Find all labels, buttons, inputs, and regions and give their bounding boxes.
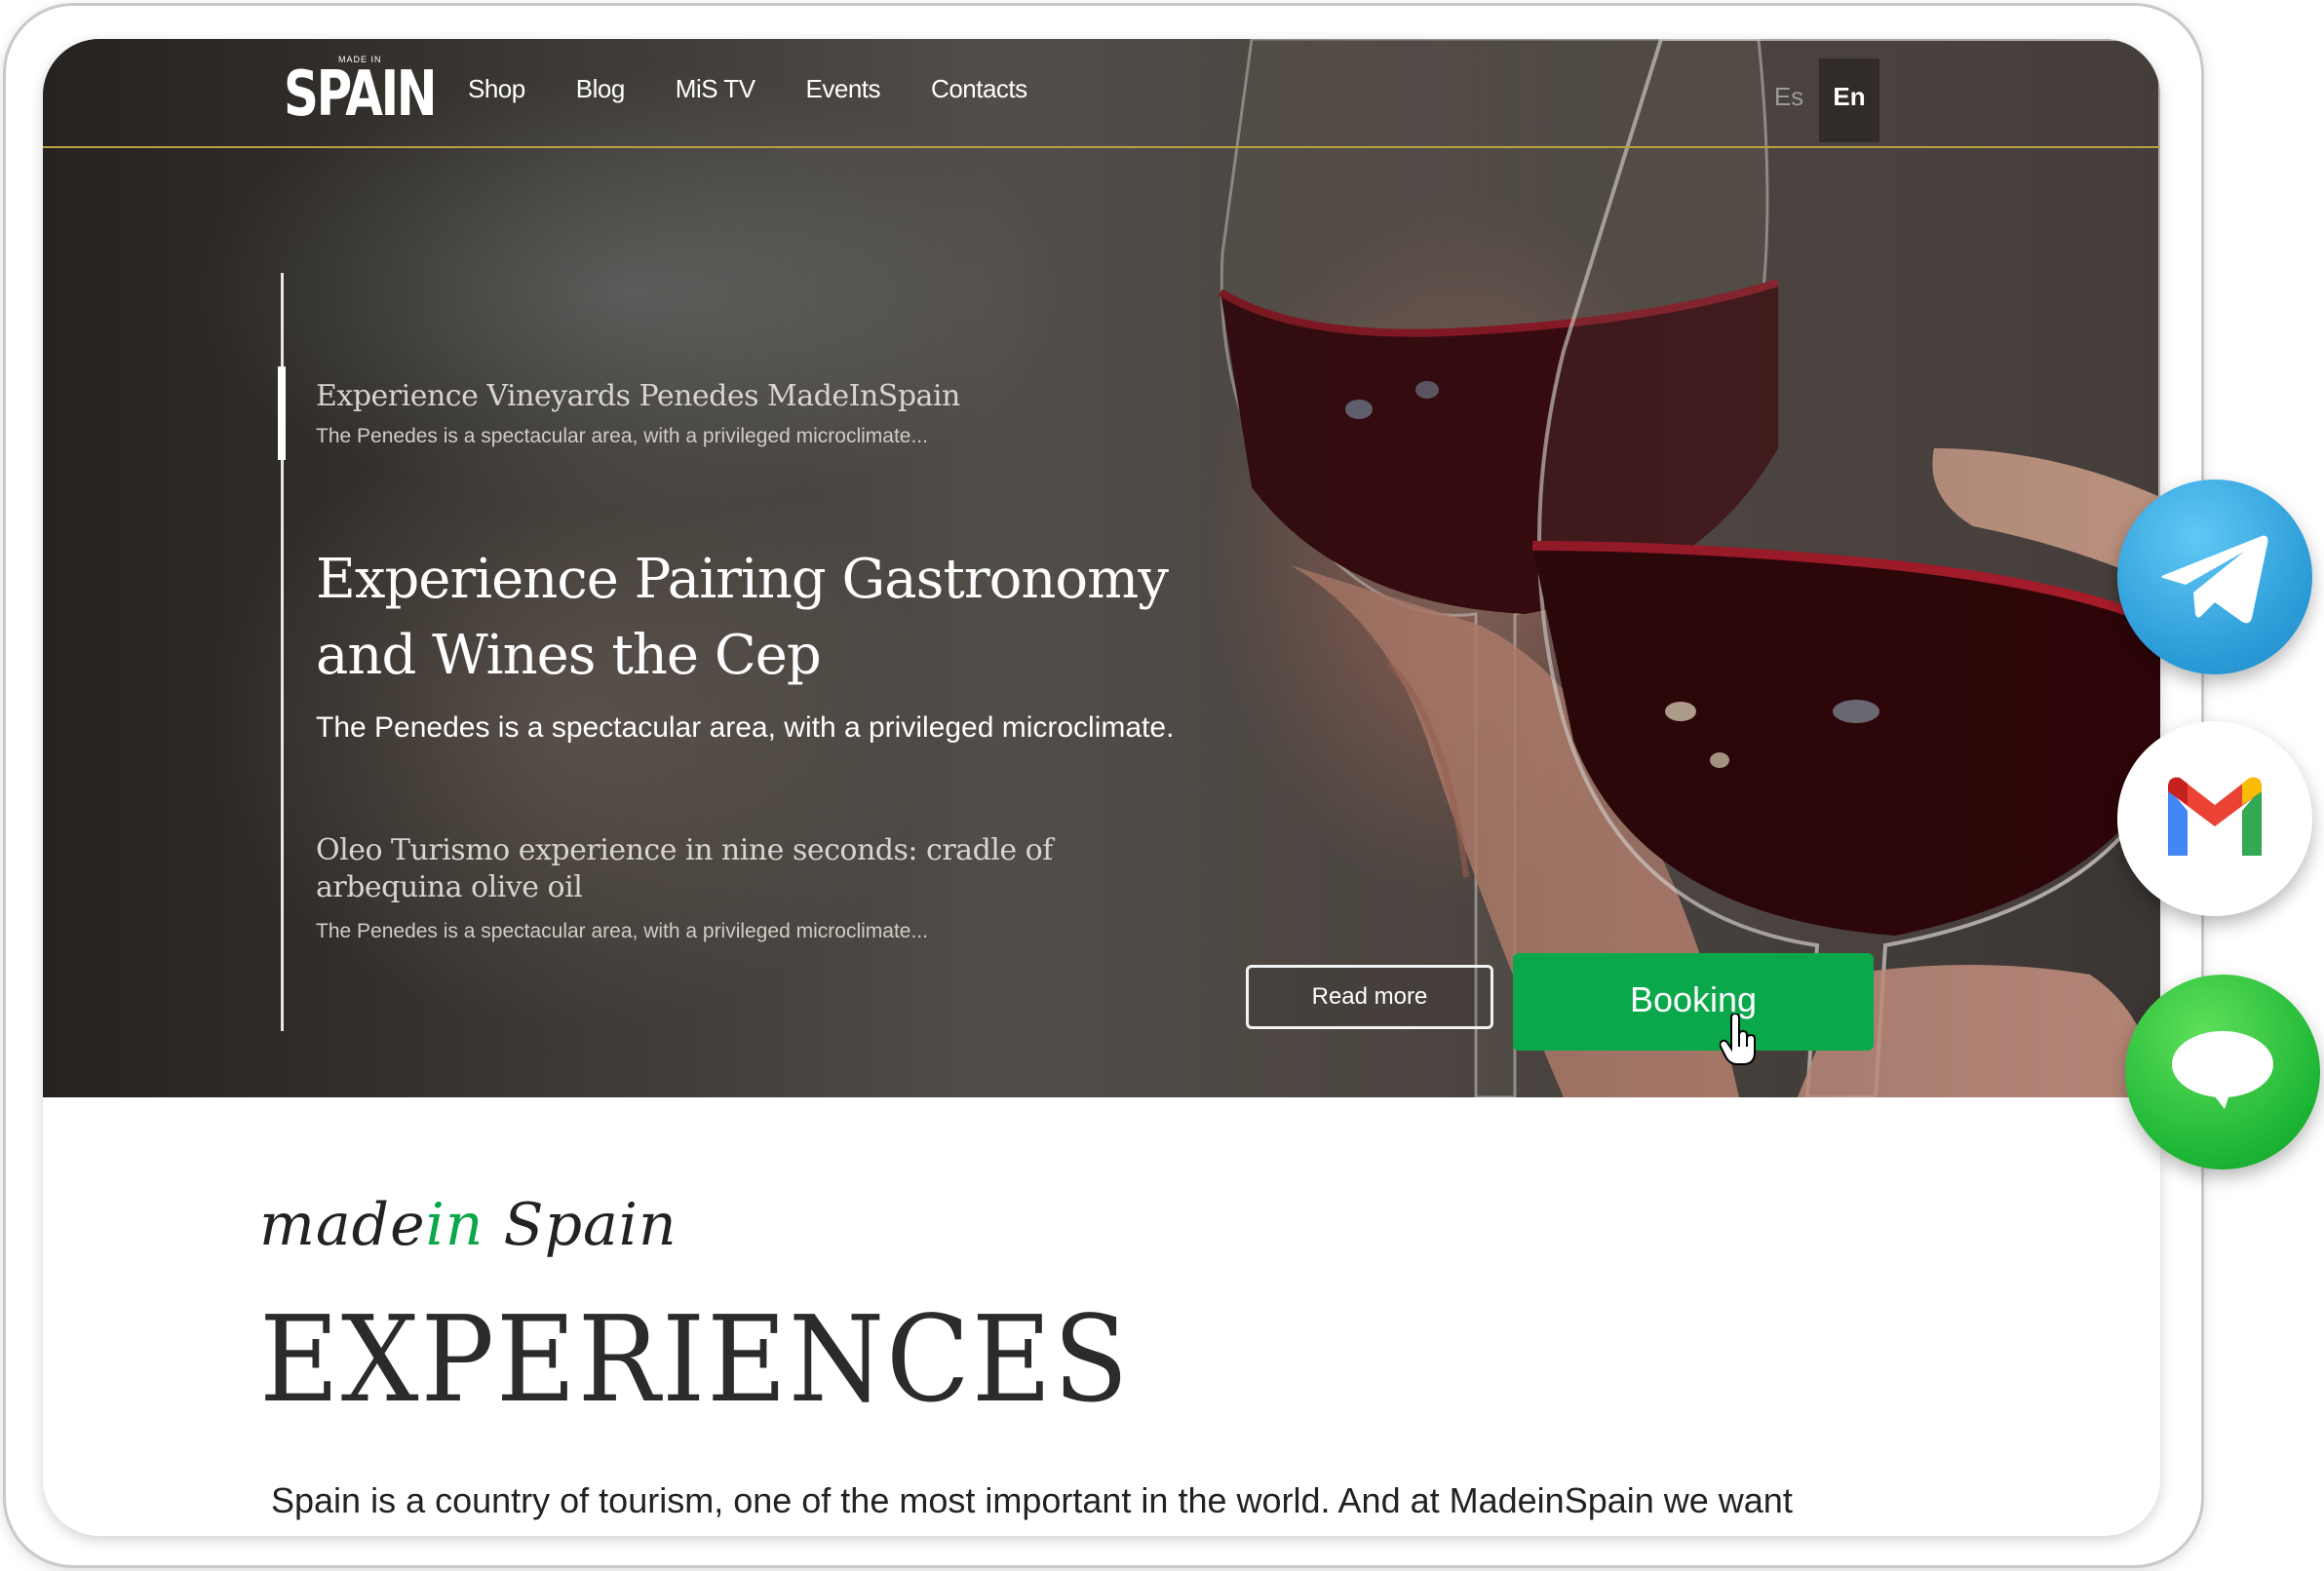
slide-3-subtitle: The Penedes is a spectacular area, with … [316, 920, 928, 942]
nav-links: Shop Blog MiS TV Events Contacts [468, 74, 1078, 104]
lang-es[interactable]: Es [1759, 58, 1819, 142]
slide-1-title[interactable]: Experience Vineyards Penedes MadeInSpain [316, 378, 960, 415]
lang-en[interactable]: En [1819, 58, 1879, 142]
read-more-button[interactable]: Read more [1246, 965, 1493, 1029]
telegram-button[interactable] [2117, 479, 2312, 674]
script-made-in: madein [259, 1191, 484, 1259]
telegram-icon [2161, 535, 2268, 624]
hero-banner: MADE IN SPAIN Shop Blog MiS TV Events Co… [43, 39, 2160, 1097]
experiences-heading: EXPERIENCES [259, 1290, 1131, 1429]
slider-active-marker[interactable] [278, 366, 286, 460]
slide-1-subtitle: The Penedes is a spectacular area, with … [316, 425, 928, 447]
slide-2-title: Experience Pairing Gastronomy and Wines … [316, 548, 1169, 687]
logo-word: SPAIN [284, 58, 438, 131]
nav-contacts[interactable]: Contacts [931, 74, 1027, 104]
top-navbar: MADE IN SPAIN Shop Blog MiS TV Events Co… [43, 39, 2160, 148]
script-heading: madein Spain [259, 1191, 678, 1259]
intro-paragraph: Spain is a country of tourism, one of th… [271, 1480, 1793, 1520]
browser-screen: MADE IN SPAIN Shop Blog MiS TV Events Co… [43, 39, 2160, 1536]
nav-events[interactable]: Events [806, 74, 881, 104]
gmail-icon [2168, 777, 2262, 856]
hand-cursor-icon [1720, 1014, 1756, 1065]
script-spain: Spain [503, 1191, 678, 1259]
message-icon [2172, 1031, 2273, 1109]
nav-shop[interactable]: Shop [468, 74, 525, 104]
nav-mis-tv[interactable]: MiS TV [676, 74, 755, 104]
slide-3-title[interactable]: Oleo Turismo experience in nine seconds:… [316, 832, 1057, 906]
message-button[interactable] [2125, 975, 2320, 1169]
slide-2-subtitle: The Penedes is a spectacular area, with … [316, 711, 1175, 744]
booking-button[interactable]: Booking [1513, 953, 1874, 1051]
language-switcher: Es En [1759, 58, 1879, 142]
site-logo[interactable]: MADE IN SPAIN [284, 53, 438, 131]
gmail-button[interactable] [2117, 721, 2312, 916]
nav-blog[interactable]: Blog [576, 74, 626, 104]
script-in-accent: in [425, 1191, 484, 1259]
